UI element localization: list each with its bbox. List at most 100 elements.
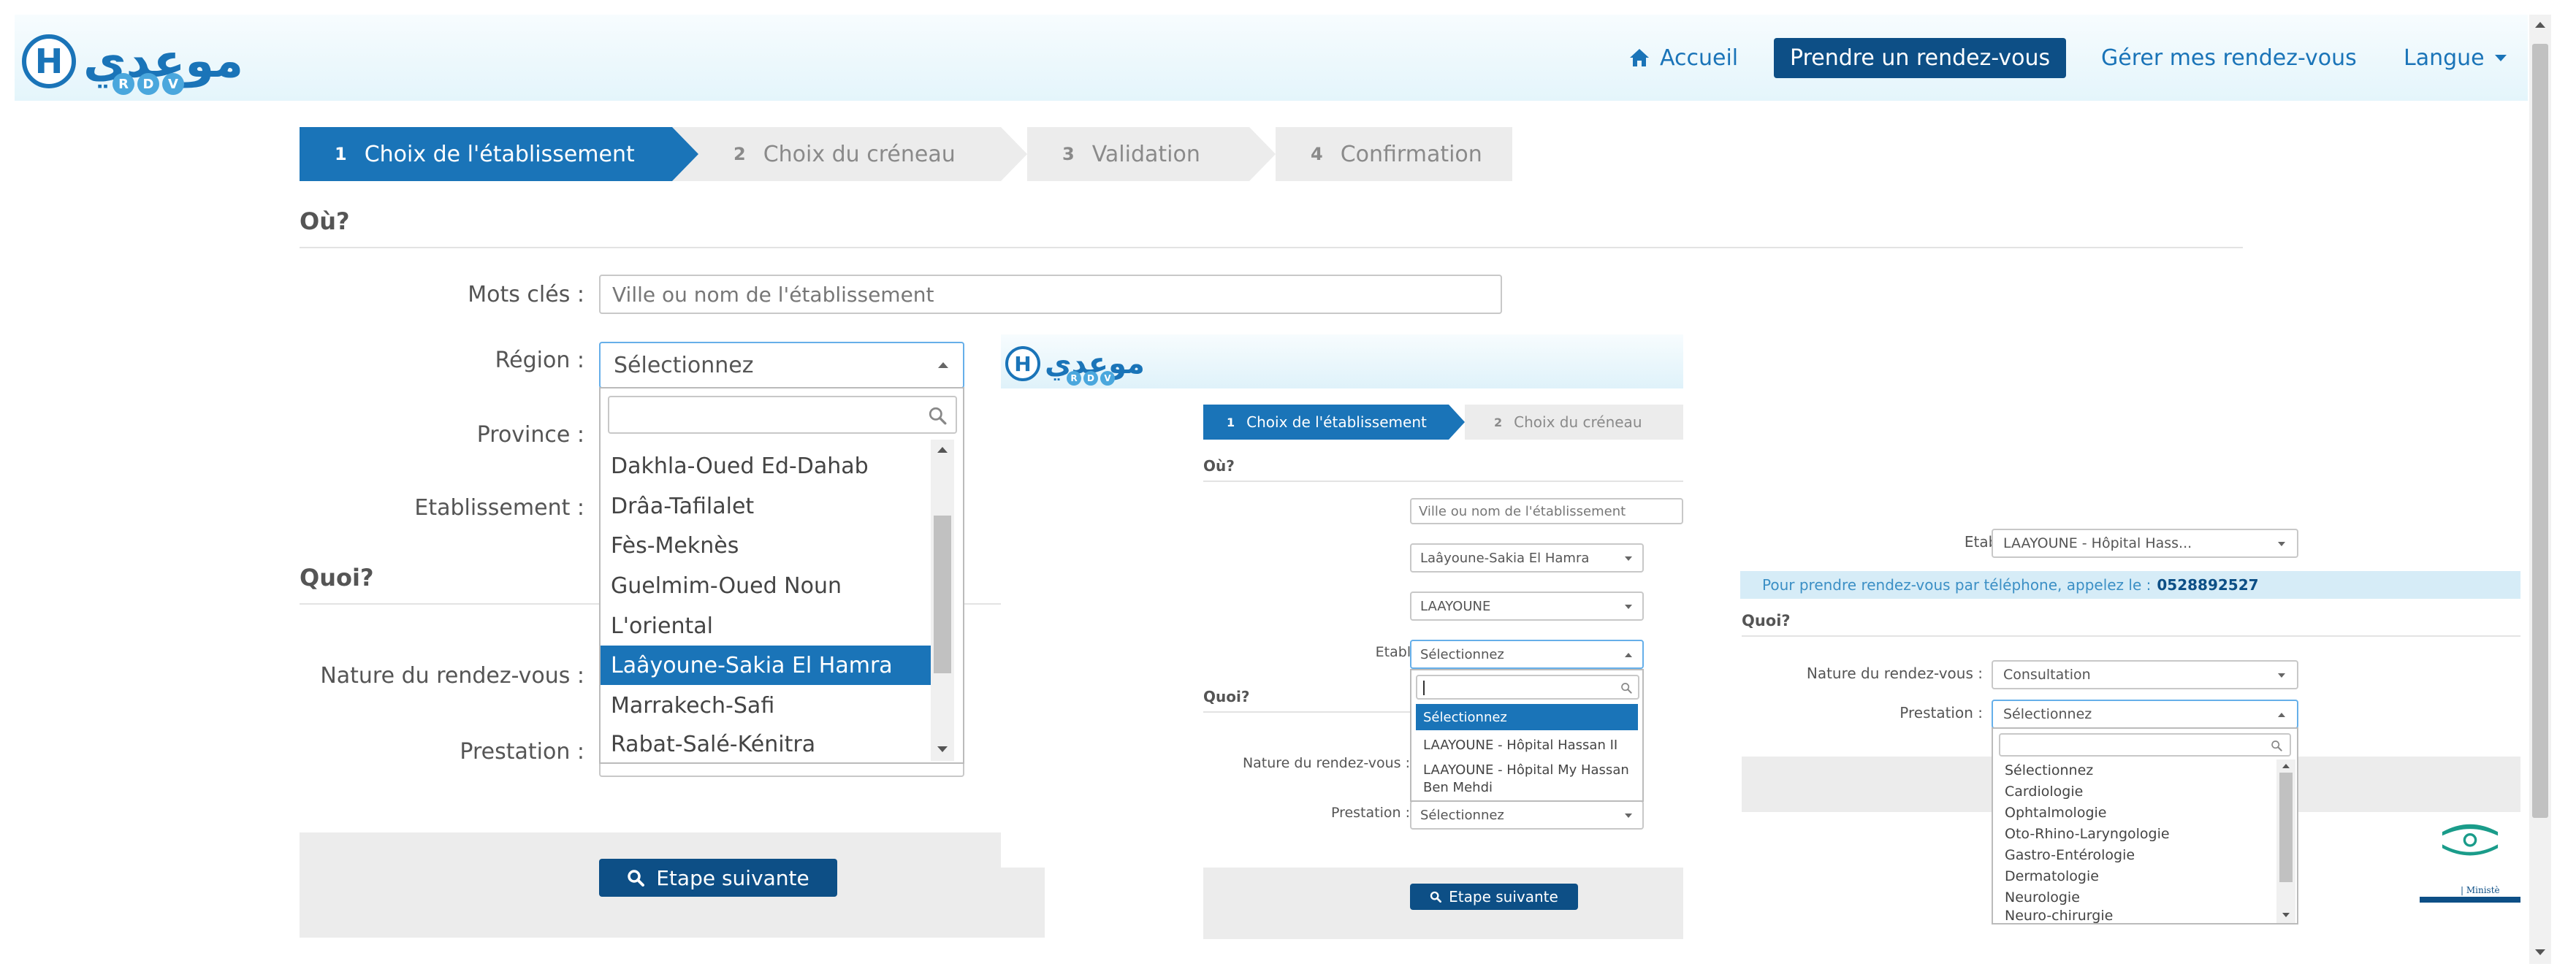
- inset3-service-option[interactable]: Neuro-chirurgie: [1993, 908, 2272, 924]
- logo-dot: V: [162, 73, 184, 95]
- inset-establishment-select[interactable]: Sélectionnez: [1410, 640, 1644, 669]
- ministry-logo: | Ministè: [2420, 815, 2520, 903]
- inset3-service-search[interactable]: [1999, 733, 2291, 757]
- region-label: Région :: [495, 348, 584, 373]
- inset3-service-label: Prestation :: [1899, 704, 1983, 721]
- caret-up-icon: [1625, 653, 1632, 657]
- region-option[interactable]: Dakhla-Oued Ed-Dahab: [601, 445, 934, 486]
- inset-where-title: Où?: [1203, 457, 1235, 475]
- inset-establishment-option[interactable]: LAAYOUNE - Hôpital My Hassan Ben Mehdi: [1416, 758, 1638, 800]
- page-scrollbar[interactable]: [2529, 15, 2551, 964]
- scroll-down-icon[interactable]: [937, 746, 948, 752]
- inset3-service-select[interactable]: Sélectionnez: [1992, 700, 2298, 729]
- inset3-service-value: Sélectionnez: [2003, 706, 2092, 722]
- dropdown-scrollbar[interactable]: [931, 440, 954, 761]
- nav-home-link[interactable]: Accueil: [1629, 15, 1738, 101]
- inset-region-select[interactable]: Laâyoune-Sakia El Hamra: [1410, 543, 1644, 573]
- step-arrow: [672, 127, 698, 181]
- region-option[interactable]: Fès-Meknès: [601, 526, 934, 565]
- step-1: 1 Choix de l'établissement: [300, 127, 672, 181]
- section-divider: [1742, 635, 2520, 637]
- nav-manage-appointments[interactable]: Gérer mes rendez-vous: [2101, 15, 2357, 101]
- search-icon: [929, 407, 947, 425]
- caret-up-icon: [938, 362, 948, 368]
- step-label: Choix de l'établissement: [364, 141, 635, 167]
- scroll-up-icon[interactable]: [937, 447, 948, 453]
- region-option[interactable]: Marrakech-Safi: [601, 685, 934, 726]
- region-select[interactable]: Sélectionnez: [599, 342, 964, 388]
- nav-book-label: Prendre un rendez-vous: [1774, 37, 2067, 78]
- keywords-input[interactable]: Ville ou nom de l'établissement: [599, 275, 1502, 314]
- inset-establishment-search[interactable]: [1416, 675, 1639, 700]
- region-select-value: Sélectionnez: [614, 352, 754, 378]
- province-label: Province :: [476, 422, 584, 448]
- inset-establishment-dropdown: Sélectionnez LAAYOUNE - Hôpital Hassan I…: [1410, 669, 1644, 802]
- inset3-service-dropdown: Sélectionnez Cardiologie Ophtalmologie O…: [1992, 727, 2298, 925]
- inset3-service-option[interactable]: Cardiologie: [1993, 781, 2272, 802]
- phone-info-banner: Pour prendre rendez-vous par téléphone, …: [1740, 571, 2520, 599]
- inset-next-step-button[interactable]: Etape suivante: [1410, 884, 1578, 910]
- logo-rdv-dots: R D V: [113, 73, 184, 95]
- region-option-selected[interactable]: Laâyoune-Sakia El Hamra: [601, 646, 934, 685]
- region-option[interactable]: Drâa-Tafilalet: [601, 486, 934, 526]
- inset3-service-option[interactable]: Neurologie: [1993, 887, 2272, 908]
- inset-establishment-option-selected[interactable]: Sélectionnez: [1416, 704, 1638, 730]
- inset-establishment-option[interactable]: LAAYOUNE - Hôpital Hassan II: [1416, 732, 1638, 758]
- nav-book-appointment[interactable]: Prendre un rendez-vous: [1774, 15, 2067, 101]
- region-dropdown: Dakhla-Oued Ed-Dahab Drâa-Tafilalet Fès-…: [599, 387, 964, 764]
- region-option[interactable]: Guelmim-Oued Noun: [601, 565, 934, 606]
- inset-service-label: Prestation :: [1330, 805, 1410, 821]
- inset3-dropdown-scrollbar[interactable]: [2276, 759, 2295, 923]
- scroll-down-icon[interactable]: [2535, 949, 2545, 955]
- inset3-establishment-value: LAAYOUNE - Hôpital Hass...: [2003, 535, 2192, 551]
- site-logo[interactable]: H موعدي R D V: [22, 25, 270, 98]
- home-icon: [1630, 49, 1649, 66]
- step-number: 2: [1494, 415, 1503, 429]
- inset3-nature-value: Consultation: [2003, 667, 2091, 683]
- inset3-scroll-thumb[interactable]: [2279, 773, 2293, 882]
- nav-language-menu[interactable]: Langue: [2404, 15, 2507, 101]
- search-icon: [628, 870, 645, 887]
- step-number: 2: [733, 144, 746, 164]
- crescent-icon: [2442, 824, 2499, 856]
- inset-province-select[interactable]: LAAYOUNE: [1410, 592, 1644, 621]
- inset3-service-option[interactable]: Ophtalmologie: [1993, 802, 2272, 823]
- text-cursor: [1423, 681, 1425, 695]
- caret-down-icon: [1625, 556, 1632, 561]
- inset-keywords-input[interactable]: Ville ou nom de l'établissement: [1410, 498, 1683, 524]
- region-search-input[interactable]: [608, 396, 957, 434]
- page-scroll-thumb[interactable]: [2532, 44, 2548, 818]
- scroll-up-icon[interactable]: [2282, 764, 2290, 768]
- inset-panel-service: Etablissement : LAAYOUNE - Hôpital Hass.…: [1712, 511, 2520, 925]
- scroll-up-icon[interactable]: [2535, 22, 2545, 28]
- next-step-button[interactable]: Etape suivante: [599, 859, 837, 897]
- inset3-service-option[interactable]: Dermatologie: [1993, 865, 2272, 887]
- inset-what-title: Quoi?: [1203, 688, 1250, 705]
- inset3-establishment-select[interactable]: LAAYOUNE - Hôpital Hass...: [1992, 529, 2298, 558]
- region-option[interactable]: L'oriental: [601, 606, 934, 646]
- step-4: 4 Confirmation: [1249, 127, 1512, 181]
- inset-nature-label: Nature du rendez-vous :: [1242, 755, 1410, 771]
- progress-stepper: 1 Choix de l'établissement 2 Choix du cr…: [300, 127, 1512, 181]
- search-icon: [1430, 891, 1442, 903]
- inset-service-select[interactable]: Sélectionnez: [1410, 800, 1644, 830]
- step-label: Choix de l'établissement: [1246, 413, 1427, 431]
- inset-service-value: Sélectionnez: [1420, 807, 1504, 823]
- establishment-label: Etablissement :: [414, 495, 584, 521]
- next-step-label: Etape suivante: [656, 865, 809, 890]
- step-number: 1: [335, 144, 347, 164]
- inset-region-value: Laâyoune-Sakia El Hamra: [1420, 550, 1590, 566]
- region-option[interactable]: Rabat-Salé-Kénitra: [601, 726, 934, 762]
- inset3-service-option[interactable]: Gastro-Entérologie: [1993, 844, 2272, 865]
- step-divider: [1001, 127, 1027, 181]
- section-divider: [1203, 481, 1683, 482]
- step-label: Choix du créneau: [1514, 413, 1642, 431]
- inset-step-1: 1 Choix de l'établissement: [1203, 405, 1449, 440]
- inset-establishment-value: Sélectionnez: [1420, 646, 1504, 662]
- dropdown-scroll-thumb[interactable]: [934, 516, 951, 673]
- inset3-service-option[interactable]: Sélectionnez: [1993, 759, 2272, 781]
- inset3-service-option[interactable]: Oto-Rhino-Laryngologie: [1993, 823, 2272, 844]
- inset-panel-establishment: H موعدي R D V 1 Choix de l'établissement…: [1001, 334, 1683, 868]
- scroll-down-icon[interactable]: [2282, 913, 2290, 917]
- inset3-nature-select[interactable]: Consultation: [1992, 660, 2298, 689]
